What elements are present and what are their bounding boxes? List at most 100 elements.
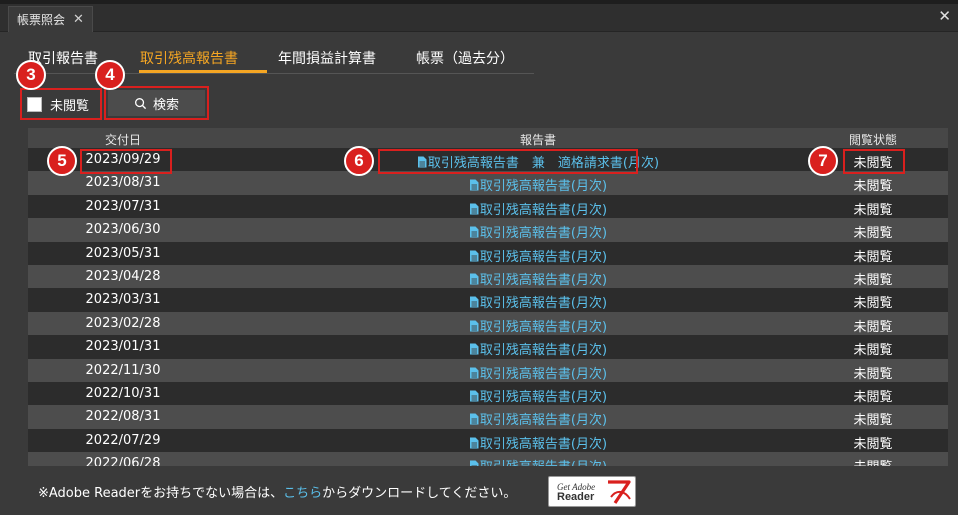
document-icon xyxy=(469,390,479,402)
report-link-label: 取引残高報告書(月次) xyxy=(479,366,608,382)
cell-status: 未閲覧 xyxy=(853,343,893,359)
search-button[interactable]: 検索 xyxy=(108,90,205,116)
cell-date: 2023/06/30 xyxy=(85,222,161,238)
document-icon xyxy=(469,413,479,425)
cell-status: 未閲覧 xyxy=(853,249,893,265)
callout-badge-7: 7 xyxy=(808,146,838,176)
cell-date: 2023/02/28 xyxy=(85,315,161,331)
cell-date: 2023/04/28 xyxy=(85,268,161,284)
table-row: 2023/03/31 取引残高報告書(月次) 未閲覧 xyxy=(28,288,948,312)
report-link[interactable]: 取引残高報告書(月次) xyxy=(358,363,718,382)
document-icon xyxy=(469,343,479,355)
cell-date: 2022/06/28 xyxy=(85,456,161,466)
report-link[interactable]: 取引残高報告書(月次) xyxy=(358,316,718,335)
report-tabs: 取引報告書 取引残高報告書 年間損益計算書 帳票（過去分） xyxy=(14,40,534,74)
report-link[interactable]: 取引残高報告書(月次) xyxy=(358,175,718,194)
document-icon xyxy=(469,437,479,449)
header-status: 閲覧状態 xyxy=(848,133,897,147)
note-text-after: からダウンロードしてください。 xyxy=(322,486,517,501)
window-tab-title: 帳票照会 xyxy=(17,13,66,27)
unread-checkbox-label: 未閲覧 xyxy=(50,98,90,114)
table-row: 2023/06/30 取引残高報告書(月次) 未閲覧 xyxy=(28,218,948,242)
document-icon xyxy=(469,273,479,285)
table-row: 2023/08/31 取引残高報告書(月次) 未閲覧 xyxy=(28,171,948,195)
cell-date: 2023/01/31 xyxy=(85,339,161,355)
document-icon xyxy=(469,203,479,215)
callout-badge-6: 6 xyxy=(344,146,374,176)
report-link-label: 取引残高報告書(月次) xyxy=(479,249,608,265)
report-link-label: 取引残高報告書(月次) xyxy=(479,226,608,242)
cell-status: 未閲覧 xyxy=(853,413,893,429)
cell-status: 未閲覧 xyxy=(853,319,893,335)
active-tab-indicator xyxy=(139,70,267,73)
table-row: 2022/08/31 取引残高報告書(月次) 未閲覧 xyxy=(28,405,948,429)
cell-status: 未閲覧 xyxy=(853,179,893,195)
report-link[interactable]: 取引残高報告書(月次) xyxy=(358,269,718,288)
window-tab[interactable]: 帳票照会 ✕ xyxy=(8,6,93,32)
report-link[interactable]: 取引残高報告書(月次) xyxy=(358,339,718,358)
report-link-label: 取引残高報告書(月次) xyxy=(479,319,608,335)
report-link-label: 取引残高報告書(月次) xyxy=(479,202,608,218)
cell-date: 2022/10/31 xyxy=(85,385,161,401)
window-close-icon[interactable]: ✕ xyxy=(938,9,951,24)
cell-status: 未閲覧 xyxy=(853,296,893,312)
highlight-date xyxy=(80,149,172,174)
adobe-badge-line2: Reader xyxy=(557,490,595,503)
adobe-badge-line1: Get Adobe xyxy=(557,481,596,492)
report-link-label: 取引残高報告書(月次) xyxy=(479,296,608,312)
tab-balance-report[interactable]: 取引残高報告書 xyxy=(140,48,238,68)
tab-annual-pl[interactable]: 年間損益計算書 xyxy=(278,48,376,68)
document-icon xyxy=(469,320,479,332)
table-row: 2023/04/28 取引残高報告書(月次) 未閲覧 xyxy=(28,264,948,289)
table-row: 2023/02/28 取引残高報告書(月次) 未閲覧 xyxy=(28,311,948,336)
report-link[interactable]: 取引残高報告書(月次) xyxy=(358,456,718,466)
cell-status: 未閲覧 xyxy=(853,389,893,405)
cell-date: 2022/07/29 xyxy=(85,432,161,448)
get-adobe-reader-badge[interactable]: Get Adobe Reader xyxy=(548,476,636,507)
unread-checkbox[interactable] xyxy=(27,96,42,112)
report-link[interactable]: 取引残高報告書(月次) xyxy=(358,222,718,241)
search-button-label: 検索 xyxy=(152,97,179,113)
report-link[interactable]: 取引残高報告書(月次) xyxy=(358,386,718,405)
table-body: 2023/09/29 取引残高報告書 兼 適格請求書(月次) 未閲覧 2023/08/… xyxy=(28,148,948,466)
document-icon xyxy=(469,250,479,262)
report-link[interactable]: 取引残高報告書(月次) xyxy=(358,199,718,218)
tab-close-icon[interactable]: ✕ xyxy=(73,13,84,26)
cell-date: 2023/08/31 xyxy=(85,175,161,191)
search-button-highlight: 検索 xyxy=(104,86,209,120)
window-tab-bar: 帳票照会 ✕ ✕ xyxy=(0,4,958,32)
cell-status: 未閲覧 xyxy=(853,436,893,452)
report-link-label: 取引残高報告書(月次) xyxy=(479,179,608,195)
table-row: 2022/10/31 取引残高報告書(月次) 未閲覧 xyxy=(28,381,948,406)
report-link-label: 取引残高報告書(月次) xyxy=(479,413,608,429)
table-header: 交付日 報告書 閲覧状態 xyxy=(28,128,948,148)
report-link[interactable]: 取引残高報告書(月次) xyxy=(358,409,718,428)
report-link[interactable]: 取引残高報告書(月次) xyxy=(358,433,718,452)
cell-status: 未閲覧 xyxy=(853,366,893,382)
highlight-status xyxy=(843,149,905,174)
download-link[interactable]: こちら xyxy=(283,486,322,501)
report-link[interactable]: 取引残高報告書(月次) xyxy=(358,246,718,265)
header-date: 交付日 xyxy=(104,133,141,147)
cell-date: 2022/08/31 xyxy=(85,409,161,425)
tab-past-reports[interactable]: 帳票（過去分） xyxy=(416,48,514,68)
header-report: 報告書 xyxy=(519,133,556,147)
report-link-label: 取引残高報告書(月次) xyxy=(479,389,608,405)
callout-badge-5: 5 xyxy=(47,146,77,176)
unread-filter[interactable]: 未閲覧 xyxy=(20,88,102,120)
table-row: 2022/11/30 取引残高報告書(月次) 未閲覧 xyxy=(28,358,948,382)
cell-date: 2023/03/31 xyxy=(85,292,161,308)
table-row: 2022/06/28 取引残高報告書(月次) 未閲覧 xyxy=(28,452,948,466)
report-link[interactable]: 取引残高報告書(月次) xyxy=(358,292,718,311)
cell-status: 未閲覧 xyxy=(853,226,893,242)
report-table: 交付日 報告書 閲覧状態 2023/09/29 取引残高報告書 兼 適格請求書(月… xyxy=(28,128,948,466)
cell-status: 未閲覧 xyxy=(818,456,928,466)
cell-date: 2023/07/31 xyxy=(85,198,161,214)
adobe-logo-icon xyxy=(608,480,631,504)
callout-badge-4: 4 xyxy=(95,60,125,90)
document-icon xyxy=(469,460,479,466)
table-row: 2023/05/31 取引残高報告書(月次) 未閲覧 xyxy=(28,241,948,265)
document-icon xyxy=(469,296,479,308)
table-row: 2022/07/29 取引残高報告書(月次) 未閲覧 xyxy=(28,428,948,453)
note-text-before: ※Adobe Readerをお持ちでない場合は、 xyxy=(38,486,284,501)
